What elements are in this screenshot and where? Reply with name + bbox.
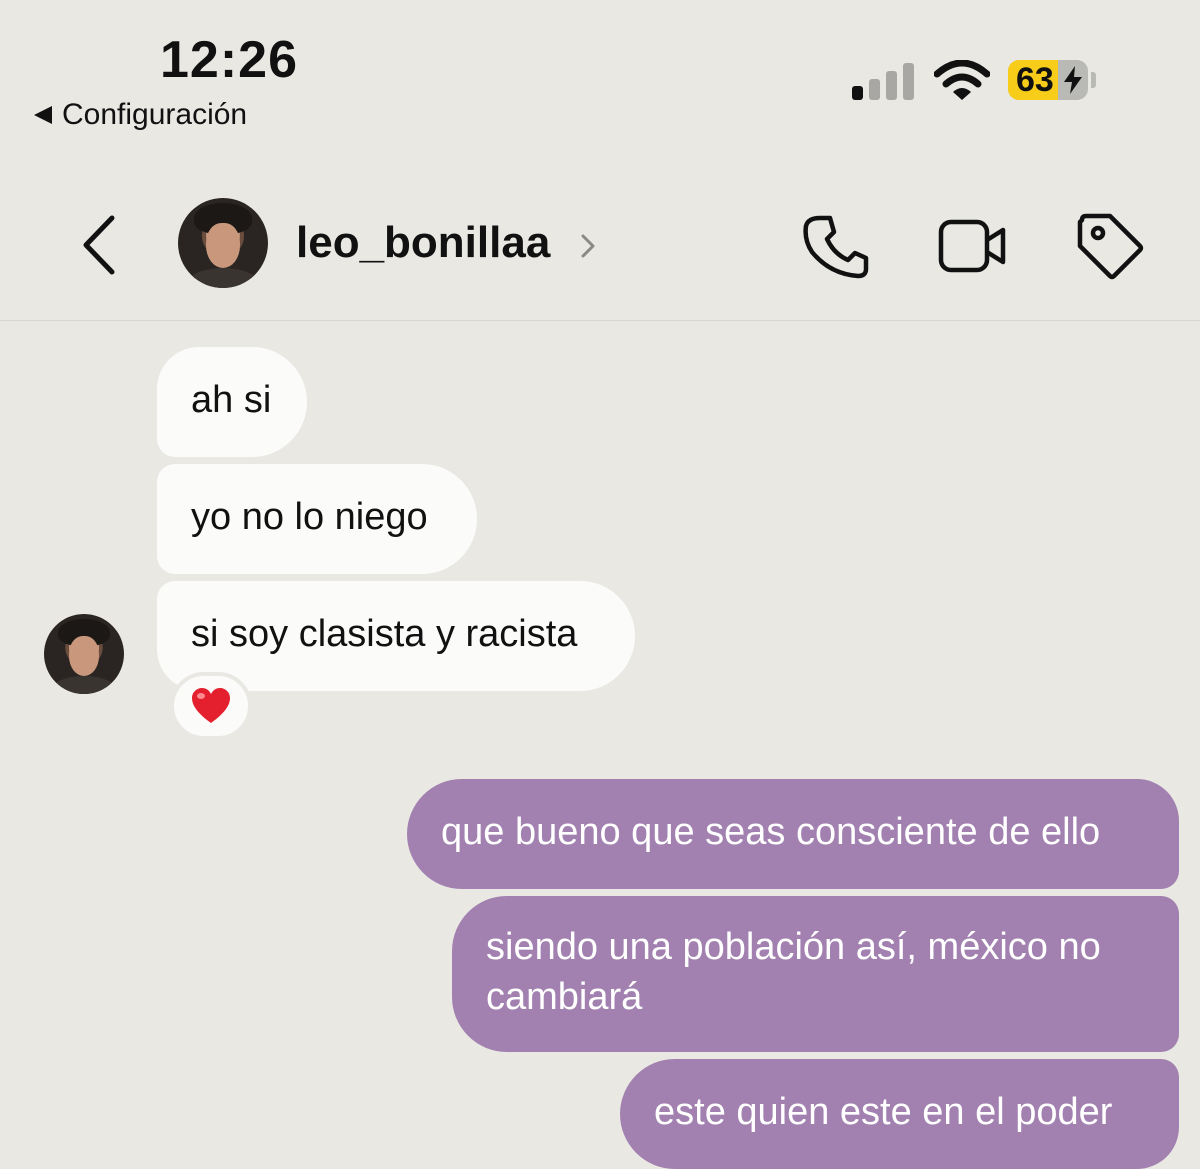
back-chevron-icon[interactable] <box>76 210 126 280</box>
message-text: que bueno que seas consciente de ello <box>441 811 1101 853</box>
signal-bar <box>886 71 897 100</box>
phone-icon[interactable] <box>800 210 872 282</box>
message-bubble-incoming[interactable]: ah si <box>157 347 307 457</box>
message-text: yo no lo niego <box>191 496 428 538</box>
message-text: si soy clasista y racista <box>191 613 578 655</box>
avatar[interactable] <box>178 198 268 288</box>
message-bubble-outgoing[interactable]: este quien este en el poder <box>620 1059 1179 1169</box>
signal-bar <box>903 63 914 100</box>
message-text-line: siendo una población así, méxico no <box>486 926 1101 968</box>
battery-cap <box>1091 72 1096 88</box>
bolt-icon <box>1064 66 1082 94</box>
message-bubble-outgoing[interactable]: siendo una población así, méxico no camb… <box>452 896 1179 1052</box>
battery-percent: 63 <box>1016 61 1054 99</box>
battery-icon: 63 <box>1008 60 1088 100</box>
message-bubble-outgoing[interactable]: que bueno que seas consciente de ello <box>407 779 1179 889</box>
heart-reaction[interactable] <box>170 672 252 740</box>
message-text: ah si <box>191 379 272 421</box>
signal-bar <box>852 86 863 100</box>
wifi-icon <box>934 60 990 100</box>
chat-header: leo_bonillaa <box>0 170 1200 321</box>
message-text: este quien este en el poder <box>654 1091 1113 1133</box>
heart-icon <box>192 688 230 723</box>
back-app-label: Configuración <box>62 98 248 131</box>
signal-bar <box>869 79 880 100</box>
back-to-app-link[interactable]: Configuración <box>34 98 247 132</box>
message-text-line: cambiará <box>486 976 643 1018</box>
video-icon[interactable] <box>936 210 1008 282</box>
status-bar: 12:26 Configuración 63 <box>0 0 1200 150</box>
sender-avatar[interactable] <box>44 614 124 694</box>
signal-icon <box>852 63 914 100</box>
message-bubble-incoming[interactable]: yo no lo niego <box>157 464 477 574</box>
tag-icon[interactable] <box>1074 210 1146 282</box>
chevron-right-icon[interactable] <box>578 230 598 262</box>
back-triangle-icon <box>34 106 52 124</box>
username[interactable]: leo_bonillaa <box>296 218 550 268</box>
clock: 12:26 <box>160 31 298 89</box>
